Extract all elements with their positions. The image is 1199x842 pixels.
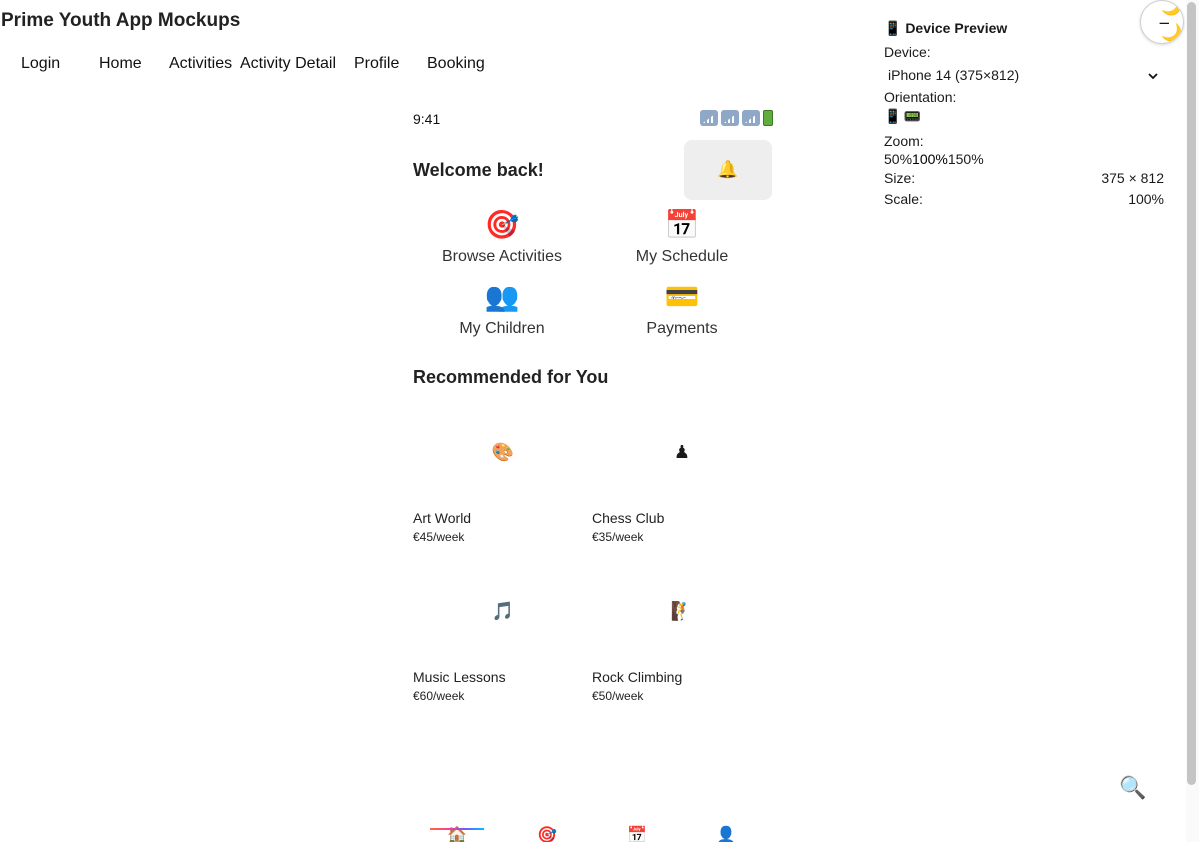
activity-price: €45/week	[413, 530, 465, 544]
scrollbar-thumb[interactable]	[1187, 2, 1196, 785]
zoom-100-button[interactable]: 100%	[912, 151, 948, 167]
quick-action-label: My Schedule	[635, 248, 729, 265]
activity-card-chess-club[interactable]: ♟ Chess Club €35/week	[592, 402, 772, 545]
activity-name: Music Lessons	[413, 669, 506, 685]
portrait-orientation-icon[interactable]: 📱	[884, 109, 901, 125]
credit-card-icon: 💳	[664, 280, 700, 313]
tab-schedule[interactable]: 📅	[610, 822, 664, 842]
quick-action-label: Payments	[646, 320, 718, 337]
status-bar: 9:41	[413, 110, 773, 130]
bottom-tab-bar: 🏠 🎯 📅 👤	[413, 822, 773, 842]
activity-price: €35/week	[592, 530, 644, 544]
tab-activities[interactable]: 🎯	[520, 822, 574, 842]
nav-home[interactable]: Home	[99, 55, 142, 73]
device-preview-title: 📱 Device Preview	[884, 20, 1008, 36]
nav-booking[interactable]: Booking	[427, 55, 485, 73]
quick-action-browse-activities[interactable]: 🎯 Browse Activities	[412, 208, 592, 266]
search-icon[interactable]: 🔍	[1119, 776, 1146, 801]
notifications-button[interactable]: 🔔	[684, 140, 772, 200]
house-icon: 🏠	[447, 825, 467, 842]
status-time: 9:41	[413, 111, 441, 127]
signal-icon	[721, 110, 739, 126]
nav-login[interactable]: Login	[21, 55, 60, 73]
activity-price: €50/week	[592, 689, 644, 703]
quick-action-my-schedule[interactable]: 📅 My Schedule	[592, 208, 772, 266]
music-note-icon: 🎵	[491, 600, 515, 622]
scale-label: Scale:	[884, 191, 923, 207]
page-title: Prime Youth App Mockups	[1, 10, 241, 31]
zoom-50-button[interactable]: 50%	[884, 151, 912, 167]
status-icons	[700, 110, 773, 126]
quick-action-my-children[interactable]: 👥 My Children	[412, 280, 592, 338]
quick-action-label: My Children	[459, 320, 545, 337]
activity-card-rock-climbing[interactable]: 🧗 Rock Climbing €50/week	[592, 561, 772, 704]
size-value: 375 × 812	[1101, 170, 1164, 186]
activity-name: Rock Climbing	[592, 669, 683, 685]
signal-icon	[700, 110, 718, 126]
scale-row: Scale: 100%	[884, 191, 1164, 207]
climber-icon: 🧗	[670, 600, 694, 622]
calendar-icon: 📅	[664, 208, 700, 241]
zoom-150-button[interactable]: 150%	[948, 151, 984, 167]
bell-icon: 🔔	[717, 160, 739, 179]
size-label: Size:	[884, 170, 916, 186]
quick-action-payments[interactable]: 💳 Payments	[592, 280, 772, 338]
nav-profile[interactable]: Profile	[354, 55, 399, 73]
wifi-icon	[742, 110, 760, 126]
tab-home[interactable]: 🏠	[430, 822, 484, 842]
people-icon: 👥	[484, 280, 520, 313]
landscape-orientation-icon[interactable]: 📟	[903, 109, 920, 125]
activity-name: Chess Club	[592, 510, 665, 526]
quick-action-label: Browse Activities	[441, 248, 563, 265]
moon-icon: 🌙	[1161, 23, 1183, 43]
chevron-down-icon	[1148, 67, 1164, 83]
battery-icon	[763, 110, 773, 126]
target-icon: 🎯	[537, 825, 557, 842]
palette-icon: 🎨	[491, 441, 515, 463]
tab-profile[interactable]: 👤	[699, 822, 753, 842]
orientation-label: Orientation:	[884, 89, 957, 105]
size-row: Size: 375 × 812	[884, 170, 1164, 186]
welcome-heading: Welcome back!	[413, 160, 544, 180]
nav-activity-detail[interactable]: Activity Detail	[240, 55, 336, 73]
chess-pawn-icon: ♟	[673, 441, 691, 463]
zoom-label: Zoom:	[884, 133, 924, 149]
device-label: Device:	[884, 44, 931, 60]
device-select[interactable]: iPhone 14 (375×812)	[884, 66, 1164, 84]
recommended-title: Recommended for You	[413, 367, 609, 387]
target-icon: 🎯	[484, 208, 520, 241]
scale-value: 100%	[1128, 191, 1164, 207]
zoom-options: 50% 100% 150%	[884, 151, 984, 167]
activity-card-art-world[interactable]: 🎨 Art World €45/week	[413, 402, 593, 545]
activity-card-music-lessons[interactable]: 🎵 Music Lessons €60/week	[413, 561, 593, 704]
theme-toggle-button[interactable]: 🌙 − 🌙	[1140, 0, 1184, 44]
device-select-value: iPhone 14 (375×812)	[888, 67, 1020, 83]
orientation-options: 📱 📟	[884, 109, 921, 125]
activity-price: €60/week	[413, 689, 465, 703]
nav-activities[interactable]: Activities	[169, 55, 232, 73]
calendar-icon: 📅	[627, 825, 647, 842]
activity-name: Art World	[413, 510, 472, 526]
person-icon: 👤	[716, 825, 736, 842]
